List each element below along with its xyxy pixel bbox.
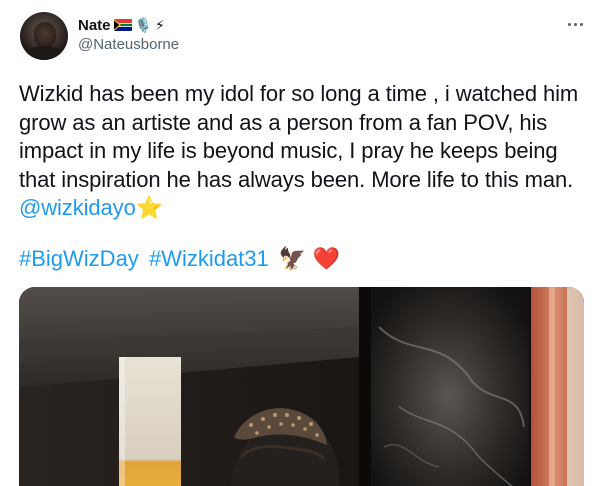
red-heart-icon: ❤️ xyxy=(312,246,340,271)
avatar-face xyxy=(34,22,56,48)
tweet-photo[interactable] xyxy=(19,287,584,486)
hashtag-link[interactable]: #Wizkidat31 xyxy=(149,246,269,271)
eagle-icon: 🦅 xyxy=(278,246,307,271)
more-dot-icon xyxy=(573,22,577,26)
more-dot-icon xyxy=(579,22,583,26)
avatar[interactable] xyxy=(20,12,68,60)
more-options-button[interactable] xyxy=(560,14,590,34)
tweet-body: Wizkid has been my idol for so long a ti… xyxy=(19,81,579,192)
tweet-card: Nate 🎙️ ⚡ @Nateusborne Wizkid has been m xyxy=(0,0,599,486)
tweet-header: Nate 🎙️ ⚡ @Nateusborne xyxy=(78,15,179,54)
star-icon: ⭐ xyxy=(135,195,163,220)
user-handle[interactable]: @Nateusborne xyxy=(78,36,179,53)
more-dot-icon xyxy=(567,22,571,26)
lightning-icon: ⚡ xyxy=(154,17,165,33)
name-row: Nate 🎙️ ⚡ xyxy=(78,15,179,35)
tweet-text: Wizkid has been my idol for so long a ti… xyxy=(19,80,589,223)
mention-link[interactable]: @wizkidayo xyxy=(19,195,136,220)
south-africa-flag-icon xyxy=(113,19,132,31)
microphone-icon: 🎙️ xyxy=(134,17,152,33)
hashtag-link[interactable]: #BigWizDay xyxy=(19,246,139,271)
display-name[interactable]: Nate xyxy=(78,17,111,34)
avatar-shoulders xyxy=(24,46,64,60)
photo-image xyxy=(19,287,584,486)
hashtag-row: #BigWizDay #Wizkidat31 🦅 ❤️ xyxy=(19,245,340,273)
